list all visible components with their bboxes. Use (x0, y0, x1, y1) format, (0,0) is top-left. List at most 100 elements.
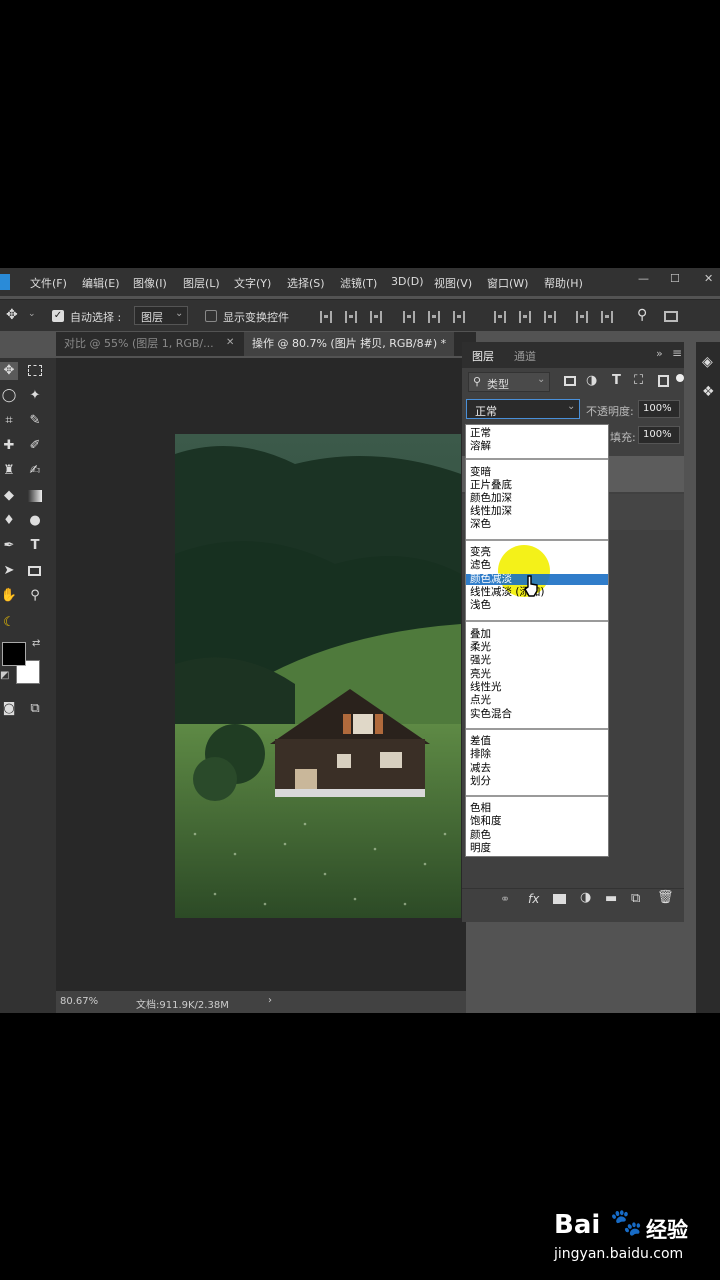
blend-option[interactable]: 实色混合 (470, 708, 512, 721)
delete-layer-icon[interactable]: 🗑 (657, 890, 674, 905)
blend-option[interactable]: 溶解 (470, 440, 491, 453)
align-right-icon[interactable] (453, 311, 465, 323)
healing-brush-icon[interactable]: ✚ (0, 437, 18, 455)
history-brush-icon[interactable]: ✍ (26, 462, 44, 480)
align-left-icon[interactable] (403, 311, 415, 323)
rectangle-tool-icon[interactable] (26, 562, 44, 580)
align-hcenter-icon[interactable] (428, 311, 440, 323)
blend-option[interactable]: 划分 (470, 775, 491, 788)
layer-filter-dropdown[interactable]: ⚲ 类型 ⌄ (468, 372, 550, 392)
minimize-icon[interactable]: — (638, 272, 649, 285)
blend-option-selected[interactable]: 颜色减淡 (470, 573, 512, 586)
eyedropper-icon[interactable]: ✎ (26, 412, 44, 430)
menu-3d[interactable]: 3D(D) (391, 275, 424, 288)
menu-edit[interactable]: 编辑(E) (82, 275, 120, 291)
close-icon[interactable]: ✕ (704, 272, 713, 285)
lasso-tool-icon[interactable]: ◯ (0, 387, 18, 405)
blend-option[interactable]: 饱和度 (470, 815, 502, 828)
add-mask-icon[interactable] (553, 894, 566, 904)
auto-select-dropdown[interactable]: 图层 ⌄ (134, 306, 188, 325)
path-select-icon[interactable]: ➤ (0, 562, 18, 580)
auto-select-checkbox[interactable]: ✓ (52, 310, 64, 322)
marquee-tool-icon[interactable] (26, 362, 44, 380)
hand-tool-icon[interactable]: ✋ (0, 587, 18, 605)
blend-option[interactable]: 点光 (470, 694, 491, 707)
blend-option[interactable]: 变亮 (470, 546, 491, 559)
eraser-tool-icon[interactable]: ◆ (0, 487, 18, 505)
type-filter-icon[interactable]: T (612, 373, 621, 388)
layers-dock-icon[interactable]: ❖ (702, 384, 715, 400)
pixel-filter-icon[interactable] (564, 376, 576, 386)
blend-option[interactable]: 深色 (470, 518, 491, 531)
distribute-left-icon[interactable] (576, 311, 588, 323)
align-bottom-icon[interactable] (370, 311, 382, 323)
blend-option[interactable]: 柔光 (470, 641, 491, 654)
chevron-down-icon[interactable]: ⌄ (28, 309, 36, 319)
layer-style-icon[interactable]: fx (528, 892, 539, 906)
search-icon[interactable]: ⚲ (637, 307, 647, 323)
blend-option[interactable]: 浅色 (470, 599, 491, 612)
tab-layers[interactable]: 图层 (472, 348, 494, 364)
magic-wand-icon[interactable]: ✦ (26, 387, 44, 405)
document-image[interactable] (175, 434, 461, 918)
distribute-hcenter-icon[interactable] (601, 311, 613, 323)
default-colors-icon[interactable]: ◩ (0, 670, 9, 681)
menu-view[interactable]: 视图(V) (434, 275, 472, 291)
adjustment-filter-icon[interactable]: ◑ (586, 373, 597, 388)
shape-filter-icon[interactable]: ⛶ (634, 373, 643, 388)
blend-option[interactable]: 线性加深 (470, 505, 512, 518)
menu-help[interactable]: 帮助(H) (544, 275, 583, 291)
menu-image[interactable]: 图像(I) (133, 275, 167, 291)
blend-option[interactable]: 差值 (470, 735, 491, 748)
new-group-icon[interactable]: ▬ (605, 891, 617, 906)
tab-compare[interactable]: 对比 @ 55% (图层 1, RGB/... (56, 332, 244, 356)
menu-filter[interactable]: 滤镜(T) (340, 275, 377, 291)
blend-option[interactable]: 正片叠底 (470, 479, 512, 492)
menu-file[interactable]: 文件(F) (30, 275, 67, 291)
gradient-tool-icon[interactable] (26, 487, 44, 505)
collapse-icon[interactable]: » (656, 347, 663, 360)
blend-option[interactable]: 变暗 (470, 466, 491, 479)
crop-tool-icon[interactable]: ⌗ (0, 412, 18, 430)
distribute-vcenter-icon[interactable] (519, 311, 531, 323)
foreground-color-swatch[interactable] (2, 642, 26, 666)
blend-option[interactable]: 强光 (470, 654, 491, 667)
distribute-bottom-icon[interactable] (544, 311, 556, 323)
tab-operation[interactable]: 操作 @ 80.7% (图片 拷贝, RGB/8#) * (244, 332, 454, 356)
smart-object-filter-icon[interactable] (658, 375, 669, 387)
blend-option[interactable]: 滤色 (470, 559, 491, 572)
menu-type[interactable]: 文字(Y) (234, 275, 271, 291)
blend-option[interactable]: 正常 (470, 427, 491, 440)
swap-colors-icon[interactable]: ⇄ (32, 638, 40, 649)
quick-mask-icon[interactable]: ◙ (0, 700, 18, 718)
brush-tool-icon[interactable]: ✐ (26, 437, 44, 455)
filter-toggle-icon[interactable] (676, 374, 684, 382)
workspace-icon[interactable] (664, 311, 678, 322)
blend-option[interactable]: 亮光 (470, 668, 491, 681)
align-vcenter-icon[interactable] (345, 311, 357, 323)
menu-layer[interactable]: 图层(L) (183, 275, 220, 291)
fill-field[interactable]: 100% (638, 426, 680, 444)
close-icon[interactable]: ✕ (226, 337, 234, 348)
menu-window[interactable]: 窗口(W) (487, 275, 528, 291)
menu-select[interactable]: 选择(S) (287, 275, 325, 291)
blend-option[interactable]: 叠加 (470, 628, 491, 641)
zoom-level[interactable]: 80.67% (60, 996, 98, 1007)
distribute-top-icon[interactable] (494, 311, 506, 323)
blur-tool-icon[interactable]: ♦ (0, 512, 18, 530)
maximize-icon[interactable]: ☐ (670, 272, 680, 285)
blend-option[interactable]: 颜色加深 (470, 492, 512, 505)
adjustment-layer-icon[interactable]: ◑ (580, 890, 591, 905)
blend-option[interactable]: 排除 (470, 748, 491, 761)
type-tool-icon[interactable]: T (26, 537, 44, 555)
zoom-tool-icon[interactable]: ⚲ (26, 587, 44, 605)
move-tool-icon[interactable]: ✥ (6, 307, 18, 323)
blend-option[interactable]: 颜色 (470, 829, 491, 842)
align-top-icon[interactable] (320, 311, 332, 323)
cube-icon[interactable]: ◈ (702, 354, 713, 370)
opacity-field[interactable]: 100% (638, 400, 680, 418)
clone-stamp-icon[interactable]: ♜ (0, 462, 18, 480)
tab-channels[interactable]: 通道 (514, 348, 536, 364)
edit-toolbar-icon[interactable]: ☾ (0, 614, 18, 632)
new-layer-icon[interactable]: ⧉ (631, 891, 640, 906)
